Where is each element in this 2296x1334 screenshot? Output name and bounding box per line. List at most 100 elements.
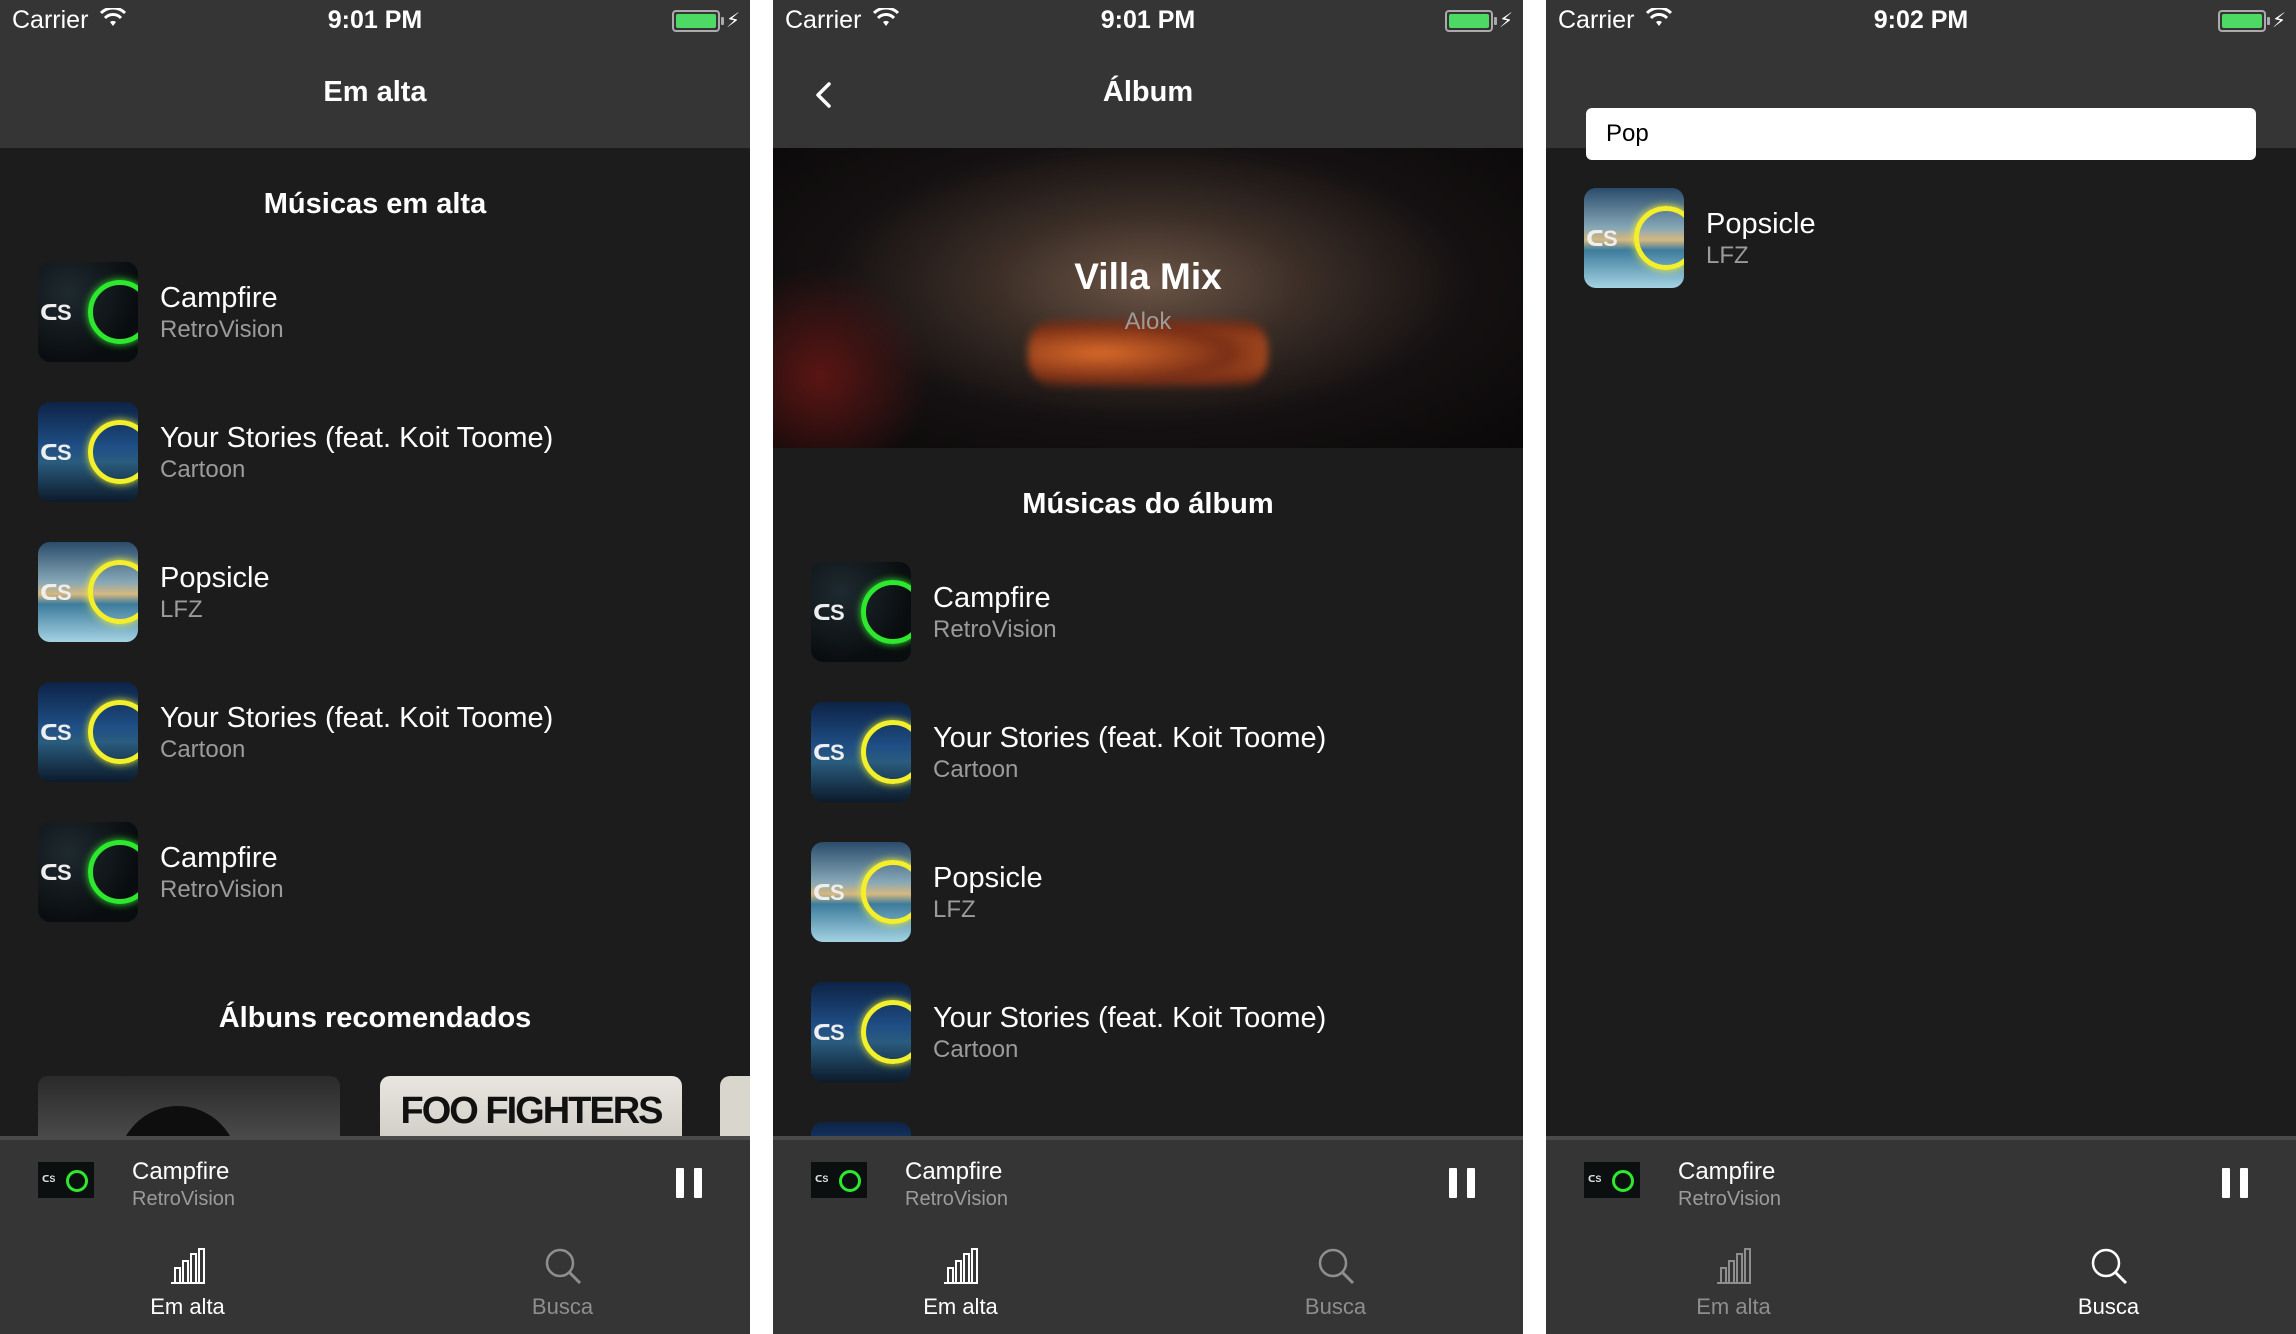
song-cover: ᑕS <box>38 542 138 642</box>
pause-icon[interactable] <box>676 1168 702 1198</box>
bar-chart-icon <box>1717 1248 1751 1284</box>
status-bar: Carrier 9:01 PM ⚡ <box>773 0 1523 40</box>
song-title: Campfire <box>160 282 278 314</box>
song-row[interactable]: ᑕS Your Stories (feat. Koit Toome) Carto… <box>38 682 718 782</box>
song-cover: ᑕS <box>38 262 138 362</box>
tab-busca[interactable]: Busca <box>1148 1224 1523 1334</box>
mini-player[interactable]: ᑕS Campfire RetroVision <box>773 1136 1523 1224</box>
mini-player[interactable]: ᑕS Campfire RetroVision <box>0 1136 750 1224</box>
tab-label: Busca <box>1304 1294 1367 1319</box>
song-artist: RetroVision <box>160 876 284 903</box>
song-cover: ᑕS <box>811 842 911 942</box>
pause-icon[interactable] <box>1449 1168 1475 1198</box>
tab-bar: Em alta Busca <box>773 1224 1523 1334</box>
album-name: Villa Mix <box>1074 256 1222 297</box>
screenshot-stage: Carrier 9:01 PM ⚡ Em alta Músicas em alt… <box>0 0 2296 1334</box>
charging-icon: ⚡ <box>1498 10 1513 32</box>
search-icon <box>2091 1248 2128 1285</box>
tab-busca[interactable]: Busca <box>375 1224 750 1334</box>
status-time: 9:01 PM <box>1100 6 1196 34</box>
song-artist: Cartoon <box>933 756 1019 783</box>
bar-chart-icon <box>171 1248 205 1284</box>
battery-icon <box>2218 10 2270 32</box>
album-card[interactable] <box>720 1076 750 1138</box>
song-artist: LFZ <box>933 896 976 923</box>
song-artist: LFZ <box>1706 242 1749 269</box>
album-card[interactable]: FOO FIGHTERS <box>380 1076 682 1138</box>
status-time: 9:01 PM <box>327 6 423 34</box>
navigation-bar: Pop <box>1546 40 2296 160</box>
page-title: Álbum <box>1102 76 1194 108</box>
song-cover: ᑕS <box>38 822 138 922</box>
song-row[interactable]: ᑕS Your Stories (feat. Koit Toome) Carto… <box>38 402 718 502</box>
tab-label: Em alta <box>1696 1294 1771 1319</box>
tab-busca[interactable]: Busca <box>1921 1224 2296 1334</box>
status-bar: Carrier 9:01 PM ⚡ <box>0 0 750 40</box>
song-title: Popsicle <box>1706 208 1816 240</box>
song-cover: ᑕS <box>811 982 911 1082</box>
song-artist: LFZ <box>160 596 203 623</box>
song-artist: RetroVision <box>933 616 1057 643</box>
search-result-row[interactable]: ᑕS Popsicle LFZ <box>1584 188 2264 288</box>
tab-label: Busca <box>2077 1294 2140 1319</box>
trending-screen: Carrier 9:01 PM ⚡ Em alta Músicas em alt… <box>0 0 750 1334</box>
song-row[interactable]: ᑕS Your Stories (feat. Koit Toome) Carto… <box>811 982 1491 1082</box>
album-screen: Carrier 9:01 PM ⚡ Álbum Villa Mix Alok M… <box>773 0 1523 1334</box>
song-title: Your Stories (feat. Koit Toome) <box>160 422 554 454</box>
album-artist: Alok <box>1124 308 1172 335</box>
tab-em-alta[interactable]: Em alta <box>1546 1224 1921 1334</box>
tab-label: Em alta <box>923 1294 998 1319</box>
song-row[interactable]: ᑕS Campfire RetroVision <box>811 562 1491 662</box>
navigation-bar: Em alta <box>0 40 750 148</box>
navigation-bar: Álbum <box>773 40 1523 148</box>
song-row[interactable]: ᑕS Popsicle LFZ <box>38 542 718 642</box>
song-cover: ᑕS <box>38 682 138 782</box>
page-title: Em alta <box>323 76 427 108</box>
mini-player-artist: RetroVision <box>1678 1188 1782 1210</box>
song-cover: ᑕS <box>38 402 138 502</box>
search-icon <box>1318 1248 1355 1285</box>
mini-player-cover: ᑕS <box>811 1162 867 1198</box>
trending-songs-heading: Músicas em alta <box>263 188 487 220</box>
search-screen: Carrier 9:02 PM ⚡ Pop ᑕS Popsicle LFZ ᑕS… <box>1546 0 2296 1334</box>
song-title: Your Stories (feat. Koit Toome) <box>160 702 554 734</box>
search-query: Pop <box>1606 120 1649 147</box>
tab-bar: Em alta Busca <box>0 1224 750 1334</box>
search-icon <box>545 1248 582 1285</box>
song-artist: RetroVision <box>160 316 284 343</box>
song-row[interactable]: ᑕS Campfire RetroVision <box>38 262 718 362</box>
tab-label: Busca <box>531 1294 594 1319</box>
tab-label: Em alta <box>150 1294 225 1319</box>
mini-player[interactable]: ᑕS Campfire RetroVision <box>1546 1136 2296 1224</box>
charging-icon: ⚡ <box>2271 10 2286 32</box>
battery-icon <box>1445 10 1497 32</box>
album-card[interactable] <box>38 1076 340 1138</box>
song-artist: Cartoon <box>160 736 246 763</box>
song-row[interactable]: ᑕS Popsicle LFZ <box>811 842 1491 942</box>
song-title: Popsicle <box>933 862 1043 894</box>
album-songs-heading: Músicas do álbum <box>1022 488 1274 520</box>
tab-bar: Em alta Busca <box>1546 1224 2296 1334</box>
tab-em-alta[interactable]: Em alta <box>0 1224 375 1334</box>
song-title: Popsicle <box>160 562 270 594</box>
song-title: Campfire <box>933 582 1051 614</box>
mini-player-title: Campfire <box>905 1158 1003 1185</box>
song-cover: ᑕS <box>811 702 911 802</box>
tab-em-alta[interactable]: Em alta <box>773 1224 1148 1334</box>
song-row[interactable]: ᑕS Your Stories (feat. Koit Toome) Carto… <box>811 702 1491 802</box>
mini-player-title: Campfire <box>132 1158 230 1185</box>
mini-player-cover: ᑕS <box>1584 1162 1640 1198</box>
status-bar: Carrier 9:02 PM ⚡ <box>1546 0 2296 40</box>
battery-icon <box>672 10 724 32</box>
album-cover-text: FOO FIGHTERS <box>400 1090 664 1132</box>
charging-icon: ⚡ <box>725 10 740 32</box>
song-title: Your Stories (feat. Koit Toome) <box>933 1002 1327 1034</box>
song-cover: ᑕS <box>1584 188 1684 288</box>
song-row[interactable]: ᑕS Campfire RetroVision <box>38 822 718 922</box>
mini-player-artist: RetroVision <box>132 1188 236 1210</box>
song-artist: Cartoon <box>933 1036 1019 1063</box>
search-input[interactable]: Pop <box>1586 108 2256 160</box>
song-artist: Cartoon <box>160 456 246 483</box>
song-title: Your Stories (feat. Koit Toome) <box>933 722 1327 754</box>
pause-icon[interactable] <box>2222 1168 2248 1198</box>
